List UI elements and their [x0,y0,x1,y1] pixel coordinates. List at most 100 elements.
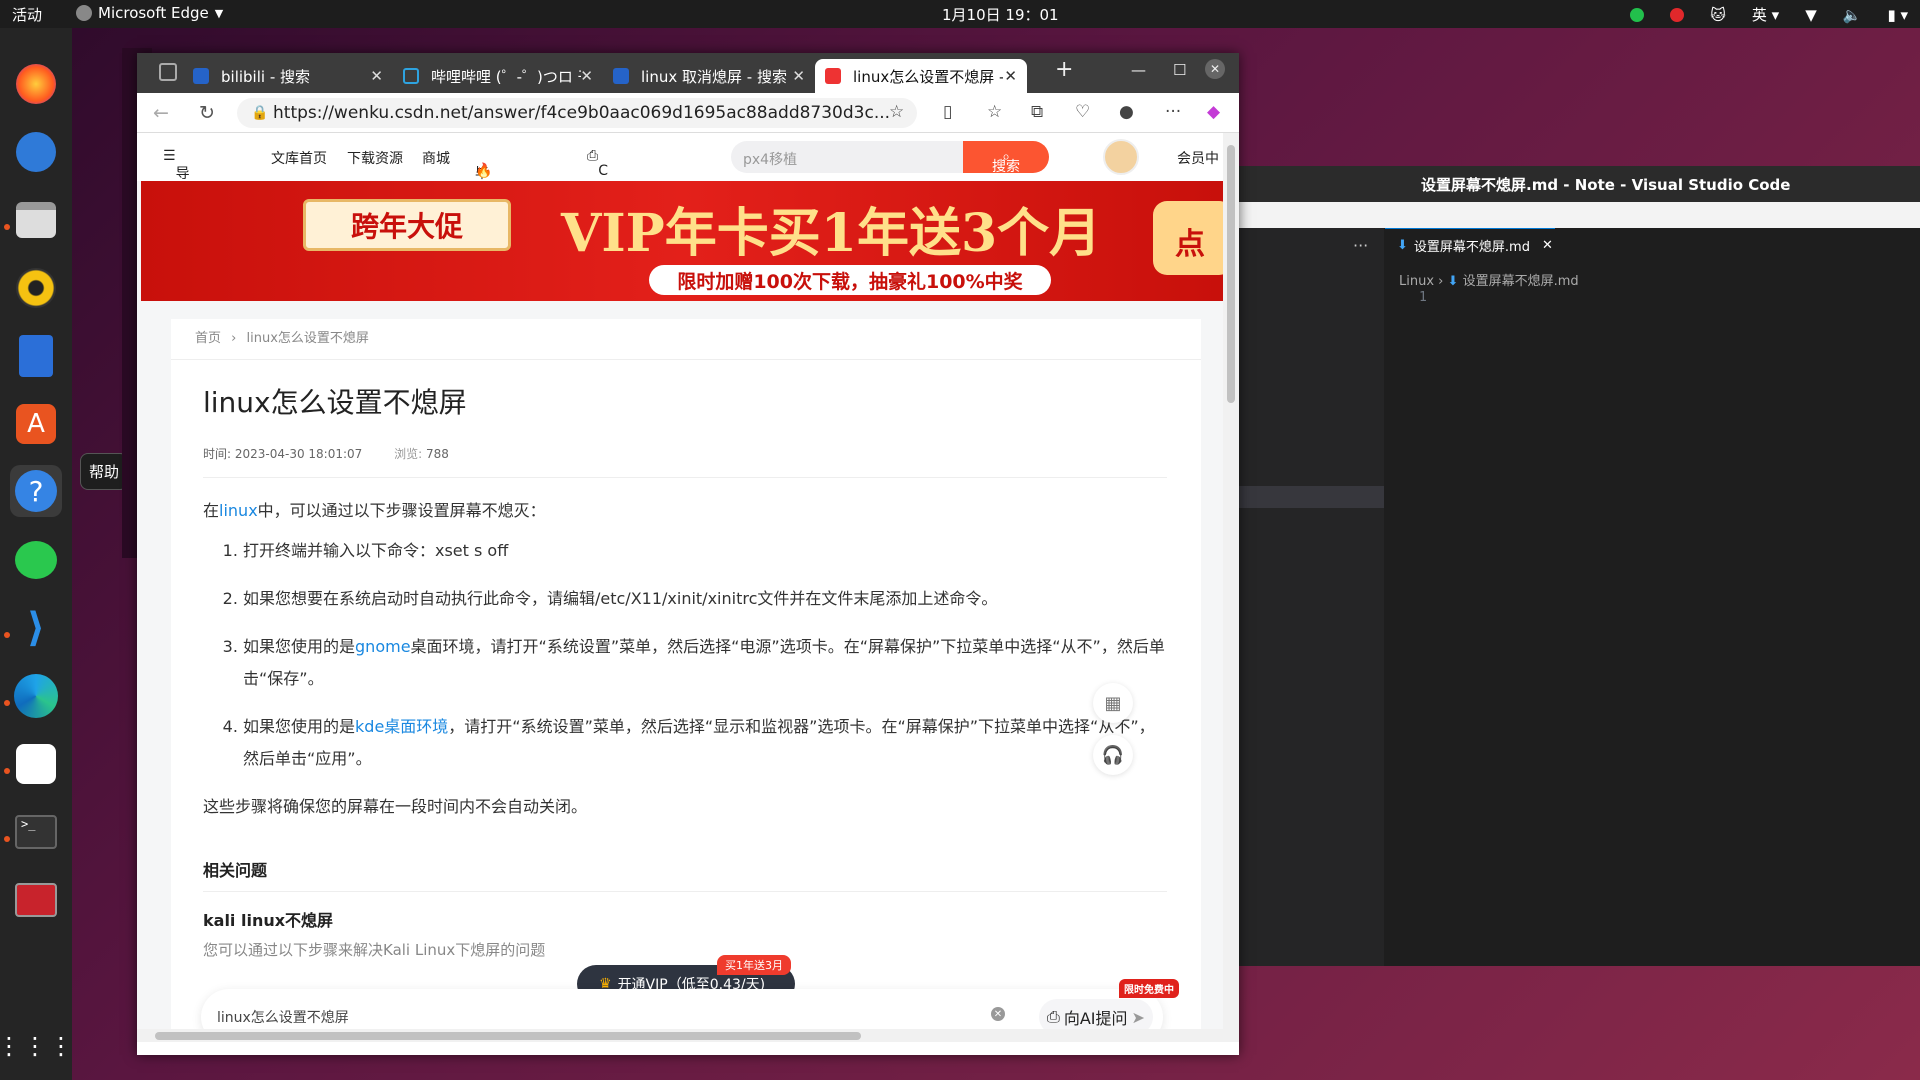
edge-window[interactable]: bilibili - 搜索 ✕ 哔哩哔哩 (゜-゜)つロ 干 ✕ linux 取消熄… [137,53,1239,1055]
app-center-icon[interactable]: A [10,398,62,450]
lock-icon[interactable]: 🔒 [251,105,268,121]
user-avatar[interactable] [1103,139,1139,175]
writer-icon[interactable] [10,330,62,382]
activities-button[interactable]: 活动 [12,4,42,25]
top-bar: 活动 Microsoft Edge ▼ 1月10日 19：01 🐱 英 ▾ ▼ … [0,0,1920,28]
editor-tab[interactable]: ⬇ 设置屏幕不熄屏.md ✕ [1385,228,1555,262]
close-tab-icon[interactable]: ✕ [580,67,593,85]
csdn-search-button[interactable]: ⌕ 搜索 [963,141,1049,175]
close-tab-icon[interactable]: ✕ [370,67,383,85]
edge-icon[interactable] [10,670,62,722]
copilot-icon[interactable]: ◆ [1207,102,1220,122]
breadcrumb-file[interactable]: 设置屏幕不熄屏.md [1463,274,1579,289]
nav-shop[interactable]: 商城 [422,148,450,168]
new-tab-icon[interactable]: + [1055,57,1073,82]
app-name: Microsoft Edge [98,4,209,22]
battery-icon[interactable]: ▮ ▾ [1887,6,1908,24]
related-heading: 相关问题 [203,861,268,880]
vscode-editor[interactable]: ⬇ 设置屏幕不熄屏.md ✕ Linux › ⬇ 设置屏幕不熄屏.md 1 [1385,228,1920,966]
tab-linux-search[interactable]: linux 取消熄屏 - 搜索 ✕ [603,59,815,93]
tab-csdn-active[interactable]: linux怎么设置不熄屏 - ✕ [815,59,1027,93]
banner-side-button[interactable]: 点 [1153,201,1223,275]
nav-cknow[interactable]: ⎙C知道 [587,148,612,218]
back-icon[interactable]: ← [153,102,169,124]
related-item-title[interactable]: kali linux不熄屏 [203,907,333,931]
qr-code-icon[interactable]: ▦ [1093,683,1133,723]
send-icon: ➤ [1131,1007,1145,1027]
vip-banner[interactable]: 跨年大促 VIP年卡买1年送3个月 限时加赠100次下载，抽豪礼100%中奖 点 [141,181,1223,301]
profile-icon[interactable]: ● [1119,102,1134,122]
rhythmbox-icon[interactable] [10,262,62,314]
horizontal-scrollbar[interactable] [137,1029,1223,1042]
wechat-icon[interactable] [10,534,62,586]
more-icon[interactable]: ··· [1353,236,1368,255]
kde-link[interactable]: kde桌面环境 [355,717,448,736]
wifi-icon[interactable]: ▼ [1805,6,1817,24]
cat-app-icon[interactable] [10,738,62,790]
ai-question-input[interactable]: linux怎么设置不熄屏 [217,1007,349,1027]
page-viewport[interactable]: ☰ 导航 文库首页 下载资源 商城 毕设聚合页🔥 ⎙C知道 px4移植 ⌕ 搜索… [137,133,1223,1042]
favorite-star-icon[interactable]: ☆ [889,102,904,122]
views-label: 浏览: [394,447,423,461]
scrollbar-thumb[interactable] [155,1032,861,1040]
breadcrumb-current: linux怎么设置不熄屏 [246,331,369,346]
thunderbird-icon[interactable] [10,126,62,178]
help-icon[interactable]: ? [10,465,62,517]
headset-icon[interactable]: 🎧 [1093,735,1133,775]
maximize-icon[interactable]: ☐ [1173,61,1186,79]
close-icon[interactable]: ✕ [1542,238,1553,253]
explorer-selected-row[interactable] [1238,486,1384,508]
close-window-icon[interactable]: ✕ [1205,59,1225,79]
breadcrumb-folder[interactable]: Linux [1399,274,1434,289]
vscode-window[interactable]: 设置屏幕不熄屏.md - Note - Visual Studio Code ·… [1238,166,1920,966]
nav-home[interactable]: 文库首页 [271,148,327,168]
nav-download[interactable]: 下载资源 [347,148,403,168]
nav-menu[interactable]: ☰ 导航 [163,148,190,202]
files-icon[interactable] [10,194,62,246]
close-tab-icon[interactable]: ✕ [1004,67,1017,85]
volume-icon[interactable]: 🔈 [1843,6,1862,24]
linux-link[interactable]: linux [219,501,258,520]
editor-tab-label: 设置屏幕不熄屏.md [1413,240,1530,255]
robot-icon: ⎙ [1047,1007,1060,1026]
nav-member[interactable]: 会员中 [1177,148,1219,168]
clear-input-icon[interactable]: ✕ [991,1007,1005,1021]
gnome-link[interactable]: gnome [355,637,411,656]
scrollbar-thumb[interactable] [1227,145,1235,403]
banner-promo: 跨年大促 [303,199,511,251]
screen-app-icon[interactable] [10,874,62,926]
breadcrumb-home[interactable]: 首页 [195,331,221,346]
minimize-icon[interactable]: — [1131,61,1146,79]
close-tab-icon[interactable]: ✕ [792,67,805,85]
system-tray[interactable]: 🐱 英 ▾ ▼ 🔈 ▮ ▾ [1630,4,1908,25]
address-bar[interactable]: 🔒 https://wenku.csdn.net/answer/f4ce9b0a… [237,98,917,128]
split-screen-icon[interactable]: ▯ [943,102,952,122]
collections-icon[interactable]: ⧉ [1031,102,1043,122]
csdn-search-input[interactable]: px4移植 [731,141,963,173]
firefox-icon[interactable] [10,58,62,110]
favorites-icon[interactable]: ☆ [987,102,1002,122]
vscode-icon[interactable]: ⟩ [10,602,62,654]
vscode-sidebar[interactable]: ··· [1238,228,1384,966]
line-number: 1 [1419,290,1427,305]
wechat-tray-icon[interactable] [1630,7,1645,22]
browser-essentials-icon[interactable]: ♡ [1075,102,1090,122]
clock[interactable]: 1月10日 19：01 [942,4,1059,25]
app-menu[interactable]: Microsoft Edge ▼ [76,4,223,22]
article-card: 首页 › linux怎么设置不熄屏 linux怎么设置不熄屏 时间: 2023-… [171,319,1201,1039]
terminal-icon[interactable]: >_ [10,806,62,858]
dnd-icon[interactable] [1670,7,1685,22]
vscode-title: 设置屏幕不熄屏.md - Note - Visual Studio Code [1238,166,1920,202]
related-item-snippet: 您可以通过以下步骤来解决Kali Linux下熄屏的问题 [203,941,546,959]
conclusion-paragraph: 这些步骤将确保您的屏幕在一段时间内不会自动关闭。 [203,797,588,816]
show-apps-icon[interactable]: ⋮⋮⋮ [0,1020,73,1072]
workspaces-icon[interactable] [159,63,177,81]
more-options-icon[interactable]: ··· [1165,102,1181,122]
vertical-scrollbar[interactable] [1223,133,1239,1042]
tab-bilibili[interactable]: 哔哩哔哩 (゜-゜)つロ 干 ✕ [393,59,603,93]
refresh-icon[interactable]: ↻ [199,102,215,124]
tab-bilibili-search[interactable]: bilibili - 搜索 ✕ [183,59,393,93]
bilibili-icon [403,68,419,84]
cat-tray-icon[interactable]: 🐱 [1710,6,1726,24]
ime-indicator[interactable]: 英 ▾ [1752,4,1779,25]
